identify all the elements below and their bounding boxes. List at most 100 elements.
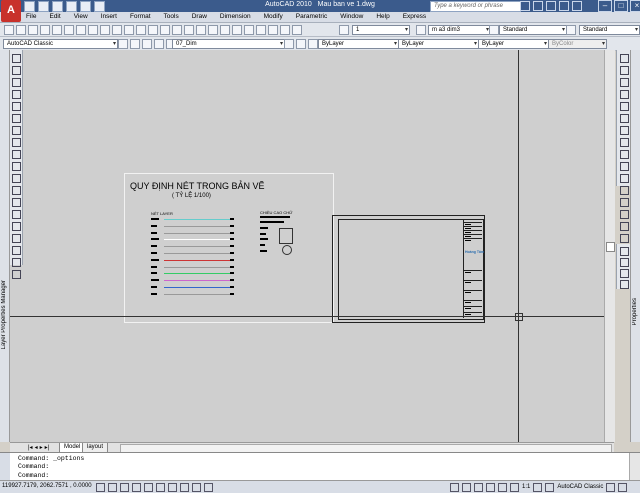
grid-icon[interactable] bbox=[108, 483, 117, 492]
help-icon[interactable] bbox=[572, 1, 582, 11]
polar-icon[interactable] bbox=[132, 483, 141, 492]
ellipse-icon[interactable] bbox=[12, 162, 21, 171]
properties-palette[interactable]: Properties bbox=[630, 50, 640, 442]
scale-icon[interactable] bbox=[620, 138, 629, 147]
dim-style-icon[interactable] bbox=[339, 25, 349, 35]
application-menu-button[interactable]: A bbox=[1, 0, 21, 22]
workspace-status[interactable]: AutoCAD Classic bbox=[557, 484, 603, 491]
command-scrollbar[interactable] bbox=[629, 453, 640, 481]
bring-to-front-icon[interactable] bbox=[620, 247, 629, 256]
revision-cloud-icon[interactable] bbox=[12, 138, 21, 147]
dim-scale-select[interactable]: 1 bbox=[352, 25, 410, 35]
save-icon[interactable] bbox=[52, 1, 63, 12]
layer-manager-icon[interactable] bbox=[118, 39, 128, 49]
markup-icon[interactable] bbox=[268, 25, 278, 35]
layer-state-icon[interactable] bbox=[130, 39, 140, 49]
favorites-icon[interactable] bbox=[559, 1, 569, 11]
preview-icon[interactable] bbox=[52, 25, 62, 35]
showmotion-icon[interactable] bbox=[510, 483, 519, 492]
menu-edit[interactable]: Edit bbox=[49, 13, 67, 20]
design-center-icon[interactable] bbox=[232, 25, 242, 35]
region-icon[interactable] bbox=[12, 246, 21, 255]
break-icon[interactable] bbox=[620, 186, 629, 195]
rotate-icon[interactable] bbox=[620, 126, 629, 135]
gradient-icon[interactable] bbox=[12, 234, 21, 243]
quickcalc-icon[interactable] bbox=[280, 25, 290, 35]
annotation-visibility-icon[interactable] bbox=[533, 483, 543, 492]
bring-above-icon[interactable] bbox=[620, 269, 629, 278]
lock-toolbar-icon[interactable] bbox=[606, 483, 616, 492]
erase-icon[interactable] bbox=[620, 54, 629, 63]
menu-help[interactable]: Help bbox=[376, 13, 396, 20]
annotation-scale[interactable]: 1:1 bbox=[522, 484, 530, 491]
new-icon[interactable] bbox=[24, 1, 35, 12]
command-window-handle[interactable] bbox=[0, 453, 10, 481]
cut-icon[interactable] bbox=[88, 25, 98, 35]
next-tab-icon[interactable]: ▸ bbox=[40, 444, 43, 451]
steering-wheel-icon[interactable] bbox=[498, 483, 507, 492]
multileader-style-icon[interactable] bbox=[566, 25, 576, 35]
ducs-icon[interactable] bbox=[168, 483, 177, 492]
layer-match-icon[interactable] bbox=[308, 39, 318, 49]
chamfer-icon[interactable] bbox=[620, 210, 629, 219]
prev-tab-icon[interactable]: ◂ bbox=[35, 444, 38, 451]
layer-properties-palette[interactable]: Layer Properties Manager bbox=[0, 50, 10, 442]
workspace-select[interactable]: AutoCAD Classic bbox=[3, 39, 118, 49]
sun-icon[interactable] bbox=[154, 39, 164, 49]
redo-icon[interactable] bbox=[80, 1, 91, 12]
open-icon[interactable] bbox=[38, 1, 49, 12]
lineweight-select[interactable]: ByLayer bbox=[478, 39, 549, 49]
make-current-icon[interactable] bbox=[284, 39, 294, 49]
dyn-icon[interactable] bbox=[180, 483, 189, 492]
paste-icon[interactable] bbox=[112, 25, 122, 35]
snap-icon[interactable] bbox=[96, 483, 105, 492]
trim-icon[interactable] bbox=[620, 162, 629, 171]
last-tab-icon[interactable]: ▸| bbox=[45, 444, 50, 451]
undo-icon[interactable] bbox=[148, 25, 158, 35]
linetype-select[interactable]: ByLayer bbox=[398, 39, 479, 49]
lightbulb-icon[interactable] bbox=[142, 39, 152, 49]
menu-tools[interactable]: Tools bbox=[164, 13, 186, 20]
coordinate-readout[interactable]: 119927.7179, 2062.7571 , 0.0000 bbox=[2, 483, 92, 489]
first-tab-icon[interactable]: |◂ bbox=[28, 444, 33, 451]
vertical-scrollbar[interactable] bbox=[604, 50, 615, 442]
insert-block-icon[interactable] bbox=[12, 186, 21, 195]
zoom-realtime-icon[interactable] bbox=[184, 25, 194, 35]
table-style-icon[interactable] bbox=[489, 25, 499, 35]
pan-icon[interactable] bbox=[172, 25, 182, 35]
zoom-window-icon[interactable] bbox=[196, 25, 206, 35]
subscription-icon[interactable] bbox=[533, 1, 543, 11]
hatch-icon[interactable] bbox=[12, 222, 21, 231]
model-space-icon[interactable] bbox=[450, 483, 459, 492]
mirror-icon[interactable] bbox=[620, 78, 629, 87]
undo-icon[interactable] bbox=[66, 1, 77, 12]
line-icon[interactable] bbox=[12, 54, 21, 63]
copy-object-icon[interactable] bbox=[620, 66, 629, 75]
layout-icon[interactable] bbox=[462, 483, 471, 492]
color-select[interactable]: ByLayer bbox=[318, 39, 399, 49]
menu-dimension[interactable]: Dimension bbox=[220, 13, 258, 20]
spline-icon[interactable] bbox=[12, 150, 21, 159]
help-icon[interactable] bbox=[292, 25, 302, 35]
text-style-select[interactable]: Standard bbox=[499, 25, 567, 35]
qnew-icon[interactable] bbox=[4, 25, 14, 35]
ellipse-arc-icon[interactable] bbox=[12, 174, 21, 183]
extend-icon[interactable] bbox=[620, 174, 629, 183]
ortho-icon[interactable] bbox=[120, 483, 129, 492]
layer-select[interactable]: 07_Dim bbox=[172, 39, 285, 49]
otrack-icon[interactable] bbox=[156, 483, 165, 492]
mtext-icon[interactable] bbox=[12, 270, 21, 279]
table-style-select[interactable]: Standard bbox=[579, 25, 640, 35]
polyline-icon[interactable] bbox=[12, 78, 21, 87]
menu-insert[interactable]: Insert bbox=[101, 13, 124, 20]
send-to-back-icon[interactable] bbox=[620, 258, 629, 267]
plot-icon[interactable] bbox=[94, 1, 105, 12]
maximize-icon[interactable]: □ bbox=[614, 0, 628, 12]
arc-icon[interactable] bbox=[12, 114, 21, 123]
make-block-icon[interactable] bbox=[12, 198, 21, 207]
move-icon[interactable] bbox=[620, 114, 629, 123]
zoom-previous-icon[interactable] bbox=[208, 25, 218, 35]
minimize-icon[interactable]: – bbox=[598, 0, 612, 12]
menu-file[interactable]: File bbox=[26, 13, 43, 20]
plotstyle-select[interactable]: ByColor bbox=[548, 39, 607, 49]
